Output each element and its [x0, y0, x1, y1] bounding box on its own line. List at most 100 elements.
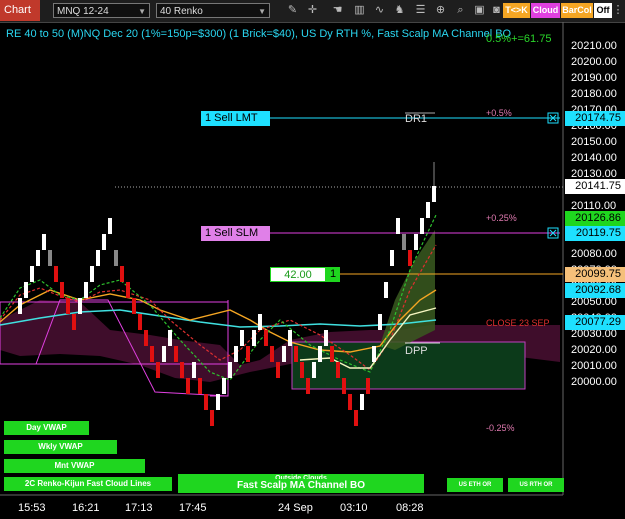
day-vwap-bar[interactable]: Day VWAP — [4, 421, 89, 435]
sell-slm-price-tag: 20119.75 — [565, 226, 625, 241]
time-label: 03:10 — [340, 502, 368, 514]
renko-brick — [330, 346, 334, 362]
renko-brick — [276, 362, 280, 378]
renko-brick — [108, 218, 112, 234]
renko-brick — [360, 394, 364, 410]
renko-brick — [198, 378, 202, 394]
renko-brick — [240, 330, 244, 346]
renko-brick — [174, 346, 178, 362]
renko-brick — [288, 330, 292, 346]
chevron-down-icon: ▼ — [258, 7, 266, 16]
renko-brick — [162, 346, 166, 362]
time-label: 17:45 — [179, 502, 207, 514]
instrument-selector[interactable]: MNQ 12-24 ▼ — [53, 3, 150, 18]
renko-brick — [324, 330, 328, 346]
renko-brick — [42, 234, 46, 250]
zoom-icon[interactable]: ⊕ — [433, 3, 448, 18]
chart-style-icon[interactable]: ▥ — [352, 3, 367, 18]
strategy-icon[interactable]: ♞ — [392, 3, 407, 18]
plus-half-percent-label: +0.5% — [486, 108, 512, 118]
us-eth-or-bar[interactable]: US ETH OR — [447, 478, 503, 492]
renko-cloud-bar[interactable]: 2C Renko-Kijun Fast Cloud Lines — [4, 477, 172, 491]
bar-type-label: 40 Renko — [160, 6, 203, 17]
chart-toolbar: Chart MNQ 12-24 ▼ 40 Renko ▼ ✎ ✛ ☚ ▥ ∿ ♞… — [0, 0, 625, 23]
renko-brick — [192, 362, 196, 378]
renko-brick — [426, 202, 430, 218]
price-tag-099: 20099.75 — [565, 267, 625, 282]
renko-brick — [132, 298, 136, 314]
price-axis-tick: 20020.00 — [571, 344, 617, 356]
renko-brick — [126, 282, 130, 298]
renko-brick — [300, 362, 304, 378]
price-axis-tick: 20000.00 — [571, 376, 617, 388]
renko-brick — [354, 410, 358, 426]
renko-brick — [114, 250, 118, 266]
renko-brick — [420, 218, 424, 234]
indicators-icon[interactable]: ∿ — [372, 3, 387, 18]
hand-icon[interactable]: ☚ — [330, 3, 345, 18]
time-label: 08:28 — [396, 502, 424, 514]
properties-icon[interactable]: ☰ — [413, 3, 428, 18]
sell-slm-order[interactable]: 1 Sell SLM — [201, 226, 270, 241]
price-axis-tick: 20200.00 — [571, 56, 617, 68]
renko-brick — [36, 250, 40, 266]
renko-brick — [204, 394, 208, 410]
bar-type-selector[interactable]: 40 Renko ▼ — [156, 3, 270, 18]
renko-brick — [54, 266, 58, 282]
fast-scalp-bar[interactable]: Fast Scalp MA Channel BO — [178, 479, 424, 493]
renko-brick — [60, 282, 64, 298]
renko-brick — [342, 378, 346, 394]
price-axis-tick: 20150.00 — [571, 136, 617, 148]
price-tag-077: 20077.29 — [565, 315, 625, 330]
dpp-label: DPP — [405, 345, 428, 357]
renko-brick — [318, 346, 322, 362]
top-right-value: 0.5%+=61.75 — [486, 33, 552, 45]
price-axis-tick: 20180.00 — [571, 88, 617, 100]
magnifier-icon[interactable]: ⌕ — [453, 3, 468, 18]
renko-brick — [378, 314, 382, 330]
barcol-toggle[interactable]: BarCol — [561, 3, 593, 18]
off-toggle[interactable]: Off — [594, 3, 612, 18]
data-box-icon[interactable]: ▣ — [472, 3, 487, 18]
dr1-label: DR1 — [405, 113, 428, 125]
tk-toggle[interactable]: T<>K — [503, 3, 530, 18]
camera-icon[interactable]: ◙ — [489, 3, 504, 18]
renko-brick — [228, 362, 232, 378]
close-label: CLOSE 23 SEP — [486, 318, 550, 328]
renko-brick — [396, 218, 400, 234]
crosshair-icon[interactable]: ✛ — [305, 3, 320, 18]
current-price-tag: 20141.75 — [565, 179, 625, 194]
price-axis-tick: 20210.00 — [571, 40, 617, 52]
renko-brick — [294, 346, 298, 362]
renko-brick — [84, 282, 88, 298]
us-rth-or-bar[interactable]: US RTH OR — [508, 478, 564, 492]
renko-brick — [18, 298, 22, 314]
chart-title: RE 40 to 50 (M)NQ Dec 20 (1%=150p=$300) … — [6, 28, 512, 40]
renko-brick — [168, 330, 172, 346]
renko-brick — [312, 362, 316, 378]
renko-brick — [120, 266, 124, 282]
renko-brick — [186, 378, 190, 394]
renko-brick — [366, 378, 370, 394]
renko-brick — [156, 362, 160, 378]
chart-tab[interactable]: Chart — [0, 0, 40, 21]
wkly-vwap-bar[interactable]: Wkly VWAP — [4, 440, 117, 454]
time-label: 15:53 — [18, 502, 46, 514]
time-label: 24 Sep — [278, 502, 313, 514]
options-icon[interactable]: ⋮ — [612, 3, 624, 18]
mnt-vwap-bar[interactable]: Mnt VWAP — [4, 459, 145, 473]
price-axis-tick: 20080.00 — [571, 248, 617, 260]
price-axis-tick: 20010.00 — [571, 360, 617, 372]
renko-brick — [90, 266, 94, 282]
qty-count-box[interactable]: 1 — [326, 267, 340, 282]
pencil-icon[interactable]: ✎ — [285, 3, 300, 18]
time-label: 17:13 — [125, 502, 153, 514]
renko-brick — [222, 378, 226, 394]
qty-value-box[interactable]: 42.00 — [270, 267, 326, 282]
sell-lmt-order[interactable]: 1 Sell LMT — [201, 111, 270, 126]
renko-brick — [180, 362, 184, 378]
renko-brick — [384, 282, 388, 298]
price-tag-126: 20126.86 — [565, 211, 625, 226]
renko-brick — [24, 282, 28, 298]
cloud-toggle[interactable]: Cloud — [531, 3, 560, 18]
